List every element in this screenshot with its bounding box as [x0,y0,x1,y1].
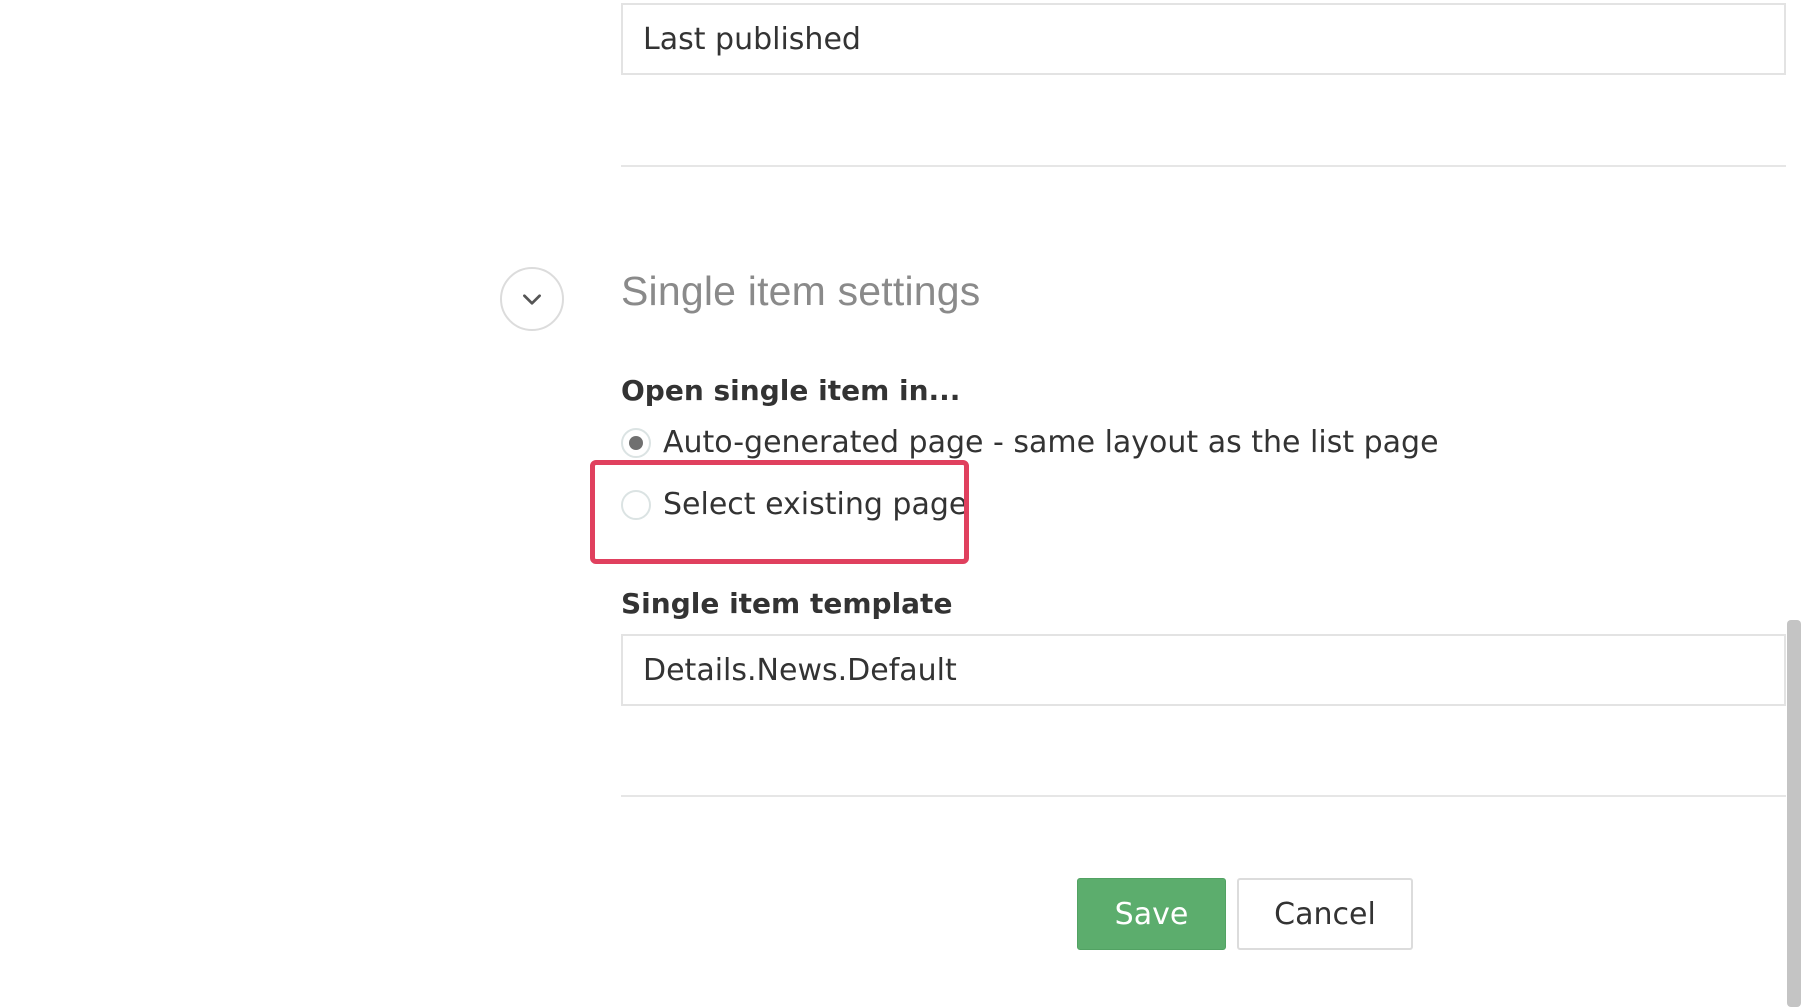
footer-divider [621,795,1786,797]
save-button[interactable]: Save [1077,878,1226,950]
section-divider [621,165,1786,167]
collapse-toggle-button[interactable] [500,267,564,331]
sorting-field-value: Last published [643,21,861,57]
cancel-button[interactable]: Cancel [1237,878,1413,950]
section-title: Single item settings [621,268,981,314]
scrollbar-thumb[interactable] [1787,620,1801,1007]
radio-button-checked[interactable] [621,427,651,458]
radio-label: Auto-generated page - same layout as the… [663,425,1439,460]
single-item-template-label: Single item template [621,587,953,620]
radio-dot [629,435,643,450]
radio-auto-generated-page[interactable]: Auto-generated page - same layout as the… [621,425,1439,460]
single-item-template-value: Details.News.Default [643,652,957,688]
page: Last published Single item settings Open… [0,0,1802,1007]
open-single-item-label: Open single item in... [621,374,961,407]
highlight-box [590,460,969,564]
single-item-template-field[interactable]: Details.News.Default [621,634,1786,706]
chevron-down-icon [523,294,541,305]
sorting-field[interactable]: Last published [621,3,1786,75]
